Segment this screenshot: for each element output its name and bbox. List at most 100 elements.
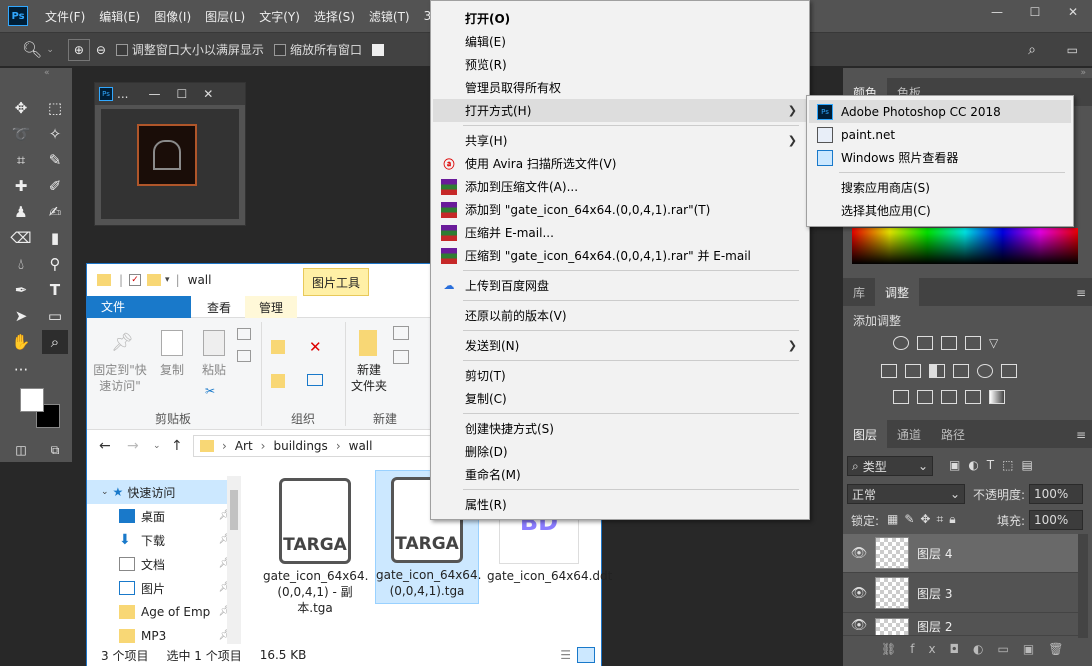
eyedropper-icon[interactable]: ✎	[42, 148, 68, 172]
open-with-other-app[interactable]: 选择其他应用(C)	[809, 199, 1071, 222]
picture-tools-tab[interactable]: 图片工具	[303, 268, 370, 296]
large-icons-view-icon[interactable]	[577, 647, 595, 663]
eye-icon[interactable]: 👁︎	[843, 618, 875, 633]
black-white-icon[interactable]	[929, 364, 945, 378]
cut-icon[interactable]: ✂	[205, 384, 215, 398]
zoom-tool-icon[interactable]: 🔍︎	[22, 40, 42, 59]
breadcrumb-item[interactable]: wall	[349, 439, 373, 453]
menu-edit[interactable]: 编辑(E)	[92, 8, 147, 25]
menu-file[interactable]: 文件(F)	[38, 8, 92, 25]
search-icon[interactable]: ⌕	[1028, 42, 1036, 58]
eye-icon[interactable]: 👁︎	[843, 586, 875, 601]
file-item[interactable]: TARGA gate_icon_64x64.(0,0,4,1) - 副本.tga	[263, 472, 368, 616]
tab-layers[interactable]: 图层	[843, 420, 888, 448]
quick-mask-icon[interactable]: ◫	[8, 438, 34, 462]
eraser-icon[interactable]: ⌫	[8, 226, 34, 250]
paste-button[interactable]: 粘贴	[197, 362, 231, 378]
color-balance-icon[interactable]	[905, 364, 921, 378]
layer-row[interactable]: 👁︎ 图层 3	[843, 574, 1079, 613]
open-with-paint-net[interactable]: paint.net	[809, 123, 1071, 146]
move-tool-icon[interactable]: ✥	[8, 96, 34, 120]
layer-row[interactable]: 👁︎ 图层 4	[843, 534, 1079, 573]
nav-scrollbar[interactable]	[227, 476, 241, 644]
workspace-icon[interactable]: ▭	[1067, 43, 1078, 57]
zoom-out-icon[interactable]: ⊖	[96, 43, 106, 57]
menu-item-create-shortcut[interactable]: 创建快捷方式(S)	[433, 417, 807, 440]
layer-footer-icons[interactable]: ⛓fx◘◐▭▣🗑︎	[881, 642, 1077, 656]
dodge-tool-icon[interactable]: ⚲	[42, 252, 68, 276]
copy-button[interactable]: 复制	[157, 362, 187, 378]
menu-item-preview[interactable]: 预览(R)	[433, 53, 807, 76]
breadcrumb-item[interactable]: buildings	[273, 439, 327, 453]
crop-tool-icon[interactable]: ⌗	[8, 148, 34, 172]
path-selection-icon[interactable]: ➤	[8, 304, 34, 328]
up-arrow-icon[interactable]: ↑	[171, 438, 183, 454]
type-tool-icon[interactable]: T	[42, 278, 68, 302]
lasso-tool-icon[interactable]: ➰	[8, 122, 34, 146]
new-folder-icon[interactable]	[147, 274, 162, 286]
eye-icon[interactable]: 👁︎	[843, 546, 875, 561]
pen-tool-icon[interactable]: ✒	[8, 278, 34, 302]
gradient-tool-icon[interactable]: ▮	[42, 226, 68, 250]
menu-item-share[interactable]: 共享(H) ❯	[433, 129, 807, 152]
invert-icon[interactable]	[893, 390, 909, 404]
foreground-color-swatch[interactable]	[20, 388, 44, 412]
forward-arrow-icon[interactable]: →	[127, 438, 139, 454]
menu-item-edit[interactable]: 编辑(E)	[433, 30, 807, 53]
copy-to-icon[interactable]	[271, 374, 285, 388]
copy-path-icon[interactable]	[237, 328, 251, 340]
close-icon[interactable]: ✕	[1054, 0, 1092, 24]
menu-item-open[interactable]: 打开(O)	[433, 7, 807, 30]
levels-icon[interactable]	[917, 336, 933, 350]
tab-file[interactable]: 文件	[87, 296, 191, 318]
tab-paths[interactable]: 路径	[931, 420, 975, 448]
curves-icon[interactable]	[941, 336, 957, 350]
minimize-icon[interactable]: —	[148, 87, 160, 101]
layer-row[interactable]: 👁︎ 图层 2	[843, 614, 1079, 636]
document-canvas[interactable]	[101, 109, 239, 219]
breadcrumb-item[interactable]: Art	[235, 439, 253, 453]
hand-tool-icon[interactable]: ✋	[8, 330, 34, 354]
resize-windows-checkbox[interactable]	[115, 43, 128, 56]
back-arrow-icon[interactable]: ←	[99, 438, 111, 454]
new-folder-button[interactable]: 新建 文件夹	[349, 362, 389, 394]
color-lookup-icon[interactable]	[1001, 364, 1017, 378]
zoom-in-icon[interactable]: ⊕	[67, 38, 90, 61]
menu-item-add-rar[interactable]: 添加到 "gate_icon_64x64.(0,0,4,1).rar"(T)	[433, 198, 807, 221]
maximize-icon[interactable]: ☐	[1016, 0, 1054, 24]
tab-view[interactable]: 查看	[193, 296, 245, 318]
rename-icon[interactable]	[307, 374, 323, 386]
zoom-tool-icon[interactable]: ⌕	[42, 330, 68, 354]
collapse-icon[interactable]: »	[1080, 68, 1086, 78]
blur-tool-icon[interactable]: 💧︎	[8, 252, 34, 276]
layers-scrollbar[interactable]	[1078, 534, 1088, 638]
screen-mode-icon[interactable]: ⧉	[42, 438, 68, 462]
maximize-icon[interactable]: ☐	[176, 87, 187, 101]
brush-tool-icon[interactable]: ✐	[42, 174, 68, 198]
hue-saturation-icon[interactable]	[881, 364, 897, 378]
open-with-photoshop[interactable]: Ps Adobe Photoshop CC 2018	[809, 100, 1071, 123]
layer-kind-filter[interactable]: ⌕ 类型 ⌄	[847, 456, 933, 476]
chevron-down-icon[interactable]: ⌄	[46, 45, 54, 55]
selective-color-icon[interactable]	[965, 390, 981, 404]
menu-item-restore-versions[interactable]: 还原以前的版本(V)	[433, 304, 807, 327]
menu-item-compress-email[interactable]: 压缩并 E-mail...	[433, 221, 807, 244]
gradient-map-icon[interactable]	[989, 390, 1005, 404]
nav-quick-access[interactable]: ⌄ ★ 快速访问	[87, 480, 227, 504]
close-icon[interactable]: ✕	[203, 87, 213, 101]
easy-access-icon[interactable]	[393, 350, 409, 364]
panel-menu-icon[interactable]: ≡	[1076, 428, 1086, 442]
details-view-icon[interactable]: ☰	[560, 648, 571, 662]
menu-item-cut[interactable]: 剪切(T)	[433, 364, 807, 387]
zoom-all-checkbox[interactable]	[273, 43, 286, 56]
lock-icons[interactable]: ▦✎✥⌗🔒︎	[887, 512, 962, 527]
menu-item-baidu-upload[interactable]: ☁ 上传到百度网盘	[433, 274, 807, 297]
document-titlebar[interactable]: Ps ... — ☐ ✕	[95, 83, 245, 105]
chevron-down-icon[interactable]: ▾	[165, 275, 170, 285]
menu-item-add-archive[interactable]: 添加到压缩文件(A)...	[433, 175, 807, 198]
rectangle-tool-icon[interactable]: ▭	[42, 304, 68, 328]
tab-adjustments[interactable]: 调整	[875, 278, 920, 306]
menu-item-open-with[interactable]: 打开方式(H) ❯	[433, 99, 807, 122]
blend-mode-select[interactable]: 正常 ⌄	[847, 484, 965, 504]
brightness-icon[interactable]	[893, 336, 909, 350]
